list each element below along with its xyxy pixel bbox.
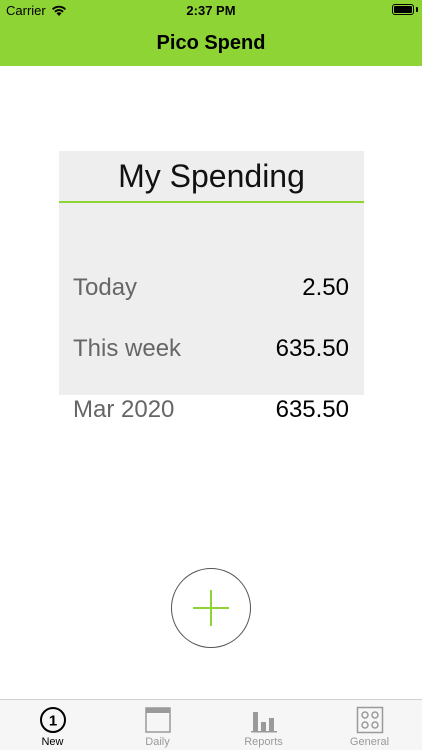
spending-card: My Spending Today 2.50 This week 635.50 … xyxy=(59,151,364,423)
status-bar: Carrier 2:37 PM xyxy=(0,0,422,22)
calendar-icon xyxy=(144,707,171,733)
tab-daily[interactable]: Daily xyxy=(105,700,210,751)
tab-label: Reports xyxy=(244,736,283,748)
tab-label: Daily xyxy=(145,736,170,748)
tab-reports[interactable]: Reports xyxy=(211,700,316,751)
row-label: Today xyxy=(73,274,138,301)
battery-tip xyxy=(416,7,418,12)
bar-chart-icon xyxy=(250,712,277,733)
tab-general[interactable]: General xyxy=(317,700,422,751)
tab-label: General xyxy=(349,736,390,748)
spending-row-week[interactable]: This week 635.50 xyxy=(59,329,364,369)
page-title: Pico Spend xyxy=(156,32,266,54)
row-label: This week xyxy=(73,335,182,362)
row-label: Mar 2020 xyxy=(73,396,175,423)
status-time: 2:37 PM xyxy=(186,3,236,18)
add-expense-button[interactable] xyxy=(171,568,251,648)
plus-icon-vertical xyxy=(210,590,212,626)
tab-new[interactable]: 1 New xyxy=(0,700,105,751)
settings-grid-icon xyxy=(356,706,383,734)
card-title: My Spending xyxy=(59,151,364,203)
row-value: 635.50 xyxy=(275,396,349,423)
tab-new-badge: 1 xyxy=(48,713,56,730)
new-number-icon: 1 xyxy=(39,707,66,733)
spending-row-today[interactable]: Today 2.50 xyxy=(59,268,364,308)
tab-bar: 1 New Daily Reports General xyxy=(0,699,422,750)
top-bar: Carrier 2:37 PM Pico Spend xyxy=(0,0,422,66)
spending-row-month[interactable]: Mar 2020 635.50 xyxy=(59,390,364,430)
row-value: 2.50 xyxy=(302,274,349,301)
tab-label: New xyxy=(41,736,64,748)
row-value: 635.50 xyxy=(275,335,349,362)
battery-icon xyxy=(392,4,414,15)
